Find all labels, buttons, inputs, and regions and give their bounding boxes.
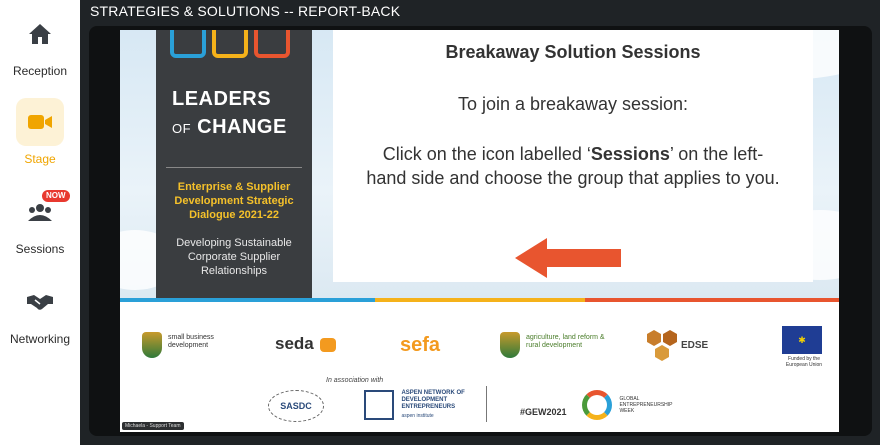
logo-sasdc: SASDC (268, 390, 324, 422)
speech-bubble-icon (170, 30, 206, 58)
sidebar-item-stage[interactable]: Stage (0, 98, 80, 166)
logo-gew-hashtag: #GEW2021 (520, 407, 567, 417)
sidebar-item-label: Sessions (15, 242, 65, 256)
speech-bubble-icon (254, 30, 290, 58)
partner-logos: small business development seda sefa agr… (120, 302, 839, 432)
left-arrow-icon (513, 236, 623, 285)
leaders-title: LEADERS (172, 88, 272, 110)
crest-icon (500, 332, 520, 358)
stage-area: STRATEGIES & SOLUTIONS -- REPORT-BACK LE… (80, 0, 880, 445)
card-instructions: Click on the icon labelled ‘Sessions’ on… (366, 144, 780, 188)
speech-bubble-icon (212, 30, 248, 58)
speaker-caption: Michaela - Support Team (122, 422, 184, 430)
video-camera-icon (16, 98, 64, 146)
presentation-slide: LEADERS OF CHANGE Enterprise & Supplier … (120, 30, 839, 432)
of-change-title: OF CHANGE (172, 116, 287, 138)
hexagon-icon (647, 330, 677, 361)
ande-mark-icon (364, 390, 394, 420)
leaders-of-change-panel: LEADERS OF CHANGE Enterprise & Supplier … (156, 30, 312, 298)
divider (486, 386, 487, 422)
logo-edse: EDSE (645, 328, 708, 369)
gew-ring-icon (582, 390, 612, 420)
dialogue-title: Enterprise & Supplier Development Strate… (174, 181, 294, 221)
sessions-group-icon: NOW (16, 188, 70, 236)
home-icon (16, 10, 64, 58)
dialogue-subtitle: Developing Sustainable Corporate Supplie… (176, 237, 292, 277)
slide-banner: LEADERS OF CHANGE Enterprise & Supplier … (120, 30, 839, 298)
sidebar-item-label: Reception (12, 64, 68, 78)
logo-global-entrepreneurship-week: GLOBAL ENTREPRENEURSHIP WEEK (582, 390, 672, 420)
page-title: STRATEGIES & SOLUTIONS -- REPORT-BACK (90, 3, 401, 19)
logo-seda: seda (275, 334, 337, 354)
handshake-icon (16, 278, 64, 326)
eu-flag-icon: ✱ (782, 326, 822, 354)
sidebar-item-reception[interactable]: Reception (0, 10, 80, 78)
logo-sefa: sefa (400, 334, 441, 356)
sidebar: Reception Stage NOW Sessions Networking (0, 0, 80, 445)
logo-aspen-network: ASPEN NETWORK OF DEVELOPMENT ENTREPRENEU… (364, 390, 471, 420)
divider (166, 167, 302, 168)
sidebar-item-sessions[interactable]: NOW Sessions (0, 188, 80, 256)
card-heading: Breakaway Solution Sessions (445, 42, 701, 62)
instruction-card: Breakaway Solution Sessions To join a br… (333, 30, 813, 282)
card-join-text: To join a breakaway session: (457, 94, 689, 114)
sidebar-item-label: Networking (9, 332, 71, 346)
association-label: In association with (326, 377, 384, 384)
sidebar-item-label: Stage (24, 152, 56, 166)
crest-icon (142, 332, 162, 358)
sidebar-item-networking[interactable]: Networking (0, 278, 80, 346)
stage-video[interactable]: LEADERS OF CHANGE Enterprise & Supplier … (89, 26, 872, 436)
logo-eu: ✱ Funded by the European Union (782, 326, 826, 368)
now-badge: NOW (42, 190, 70, 202)
